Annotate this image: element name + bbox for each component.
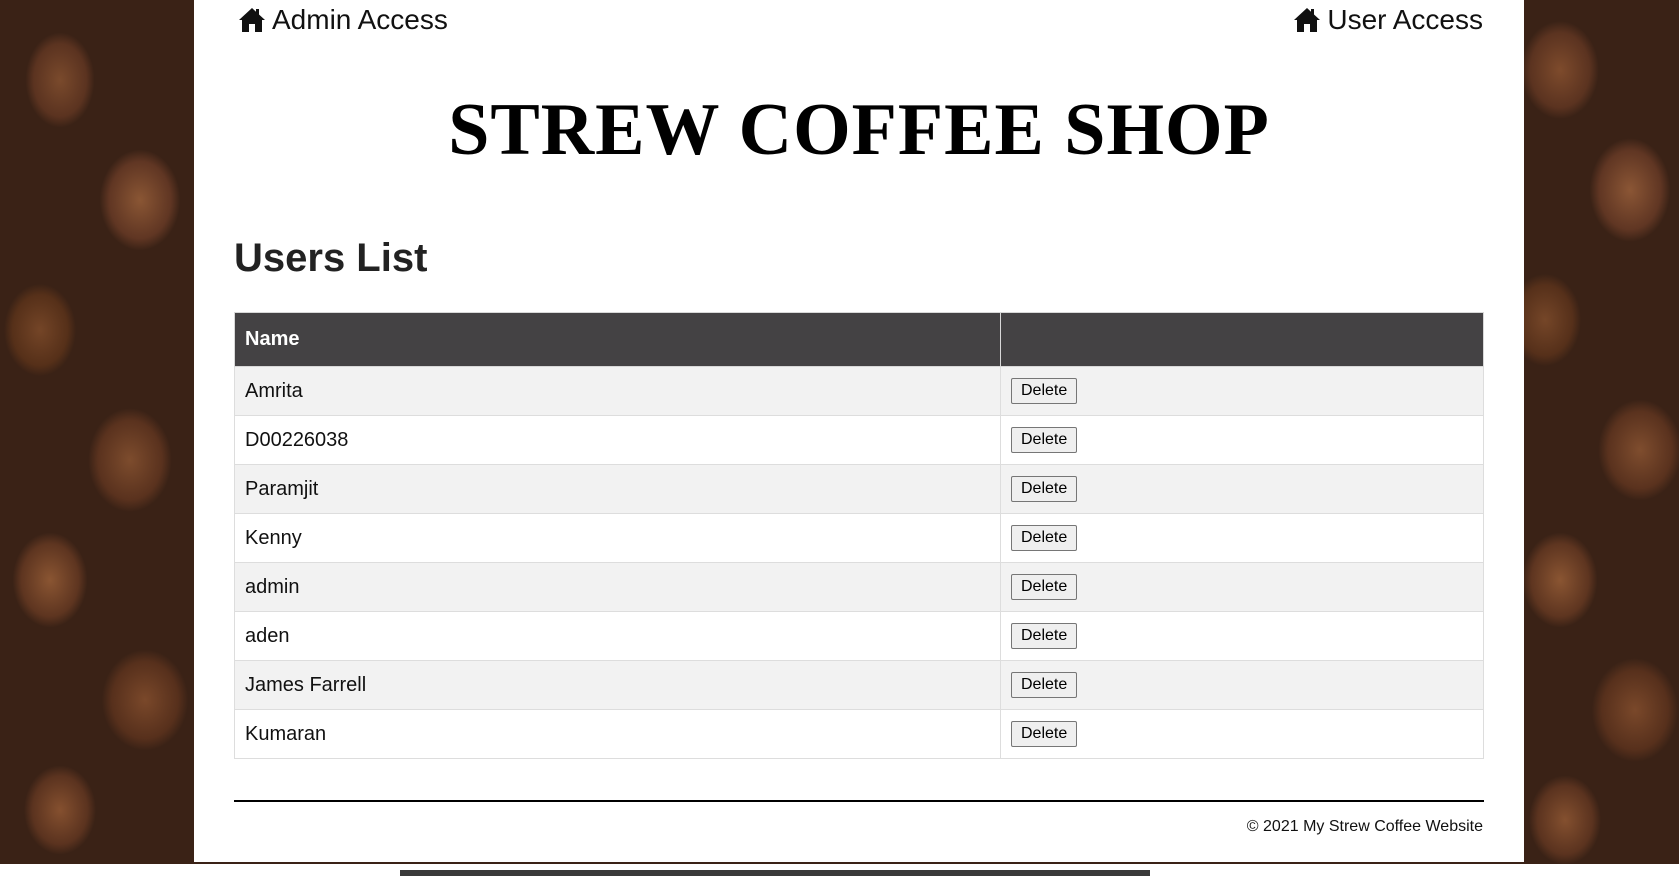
actions-cell: Delete	[1000, 415, 1484, 465]
table-row: aden Delete	[234, 611, 1484, 661]
delete-button[interactable]: Delete	[1011, 476, 1078, 502]
table-header-row: Name	[234, 312, 1484, 367]
table-row: James Farrell Delete	[234, 660, 1484, 710]
site-title: STREW COFFEE SHOP	[448, 89, 1270, 171]
actions-cell: Delete	[1000, 513, 1484, 563]
table-row: Amrita Delete	[234, 366, 1484, 416]
user-name-cell: D00226038	[234, 415, 1001, 465]
footer-copyright: © 2021 My Strew Coffee Website	[1246, 818, 1483, 835]
table-row: D00226038 Delete	[234, 415, 1484, 465]
user-name-cell: admin	[234, 562, 1001, 612]
footer-divider	[234, 800, 1484, 802]
user-access-label: User Access	[1327, 4, 1483, 35]
table-row: Kenny Delete	[234, 513, 1484, 563]
actions-cell: Delete	[1000, 562, 1484, 612]
user-name-cell: Paramjit	[234, 464, 1001, 514]
actions-cell: Delete	[1000, 611, 1484, 661]
delete-button[interactable]: Delete	[1011, 623, 1078, 649]
table-row: admin Delete	[234, 562, 1484, 612]
admin-access-label: Admin Access	[272, 4, 448, 35]
top-nav: Admin Access User Access	[238, 0, 1483, 40]
user-name-cell: Kumaran	[234, 709, 1001, 759]
taskbar-bar	[400, 870, 1150, 876]
home-icon	[239, 8, 265, 32]
admin-access-link[interactable]: Admin Access	[238, 4, 448, 36]
user-access-link[interactable]: User Access	[1293, 4, 1483, 36]
user-name-cell: Amrita	[234, 366, 1001, 416]
delete-button[interactable]: Delete	[1011, 427, 1078, 453]
actions-cell: Delete	[1000, 660, 1484, 710]
actions-cell: Delete	[1000, 709, 1484, 759]
column-header-name: Name	[234, 312, 1001, 367]
taskbar-strip	[0, 864, 1679, 876]
delete-button[interactable]: Delete	[1011, 672, 1078, 698]
column-header-actions	[1000, 312, 1484, 367]
delete-button[interactable]: Delete	[1011, 574, 1078, 600]
user-name-cell: Kenny	[234, 513, 1001, 563]
actions-cell: Delete	[1000, 464, 1484, 514]
delete-button[interactable]: Delete	[1011, 525, 1078, 551]
delete-button[interactable]: Delete	[1011, 721, 1078, 747]
user-name-cell: aden	[234, 611, 1001, 661]
table-row: Paramjit Delete	[234, 464, 1484, 514]
table-row: Kumaran Delete	[234, 709, 1484, 759]
users-list-heading: Users List	[234, 236, 428, 280]
users-table: Name Amrita Delete D00226038 Delete Para…	[234, 312, 1484, 759]
home-icon	[1294, 8, 1321, 32]
actions-cell: Delete	[1000, 366, 1484, 416]
page-container: Admin Access User Access STREW COFFEE SH…	[194, 0, 1524, 862]
delete-button[interactable]: Delete	[1011, 378, 1078, 404]
user-name-cell: James Farrell	[234, 660, 1001, 710]
